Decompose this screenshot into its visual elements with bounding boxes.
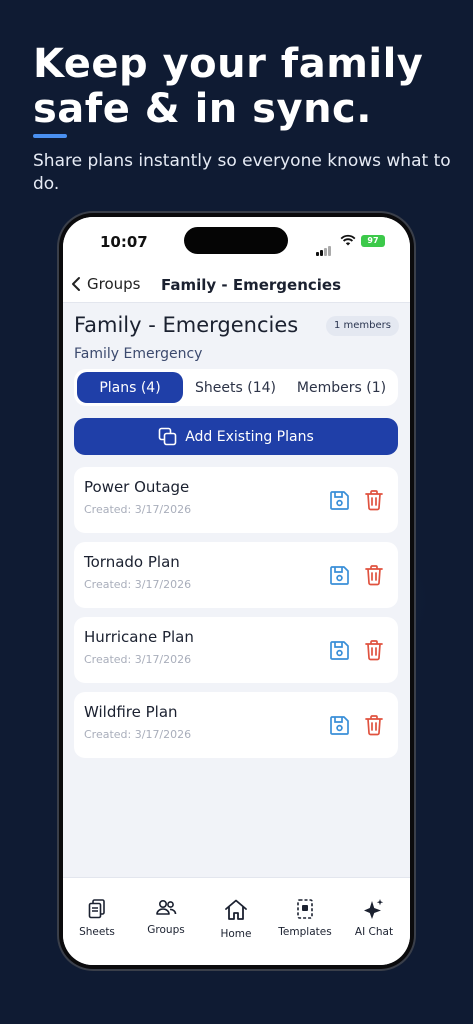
promo-subhead: Share plans instantly so everyone knows … — [33, 151, 451, 194]
templates-icon — [297, 899, 313, 919]
plan-created-date: Created: 3/17/2026 — [84, 503, 192, 516]
status-bar: 10:07 97 — [63, 217, 410, 267]
sheets-icon — [88, 899, 105, 919]
save-icon[interactable] — [329, 565, 350, 586]
tabbar-templates-label: Templates — [278, 926, 332, 938]
plan-card[interactable]: Power Outage Created: 3/17/2026 — [74, 467, 398, 533]
battery-indicator: 97 — [361, 235, 385, 247]
tabbar-templates[interactable]: Templates — [273, 898, 337, 938]
dynamic-island — [184, 227, 288, 254]
members-badge: 1 members — [326, 316, 399, 336]
back-label: Groups — [87, 275, 141, 293]
accent-bar — [33, 134, 67, 138]
plan-created-date: Created: 3/17/2026 — [84, 728, 192, 741]
save-icon[interactable] — [329, 715, 350, 736]
trash-icon[interactable] — [364, 714, 384, 736]
trash-icon[interactable] — [364, 564, 384, 586]
nav-title: Family - Emergencies — [161, 276, 342, 294]
tabbar-home[interactable]: Home — [204, 898, 268, 940]
bottom-tab-bar: Sheets Groups Home Templates AI Chat — [63, 877, 410, 965]
tabbar-sheets-label: Sheets — [79, 926, 115, 938]
tabbar-sheets[interactable]: Sheets — [65, 898, 129, 938]
tabbar-groups[interactable]: Groups — [134, 898, 198, 936]
plan-created-date: Created: 3/17/2026 — [84, 653, 192, 666]
add-existing-plans-label: Add Existing Plans — [185, 428, 314, 445]
plan-card[interactable]: Tornado Plan Created: 3/17/2026 — [74, 542, 398, 608]
tabbar-ai-chat[interactable]: AI Chat — [342, 898, 406, 938]
tabbar-ai-chat-label: AI Chat — [354, 926, 394, 938]
plan-card[interactable]: Hurricane Plan Created: 3/17/2026 — [74, 617, 398, 683]
plan-card[interactable]: Wildfire Plan Created: 3/17/2026 — [74, 692, 398, 758]
plan-name: Tornado Plan — [84, 553, 180, 571]
sparkle-icon — [364, 899, 384, 919]
group-subtitle: Family Emergency — [74, 346, 203, 362]
add-existing-plans-button[interactable]: Add Existing Plans — [74, 418, 398, 455]
signal-icon — [316, 237, 332, 256]
phone-frame: 10:07 97 Groups Family - Emergencies Fam… — [59, 213, 414, 969]
plan-name: Wildfire Plan — [84, 703, 178, 721]
back-button[interactable]: Groups — [71, 271, 140, 297]
tabbar-groups-label: Groups — [147, 924, 185, 936]
copy-icon — [158, 427, 177, 446]
segmented-tabs: Plans (4) Sheets (14) Members (1) — [74, 369, 398, 406]
trash-icon[interactable] — [364, 489, 384, 511]
plan-name: Power Outage — [84, 478, 190, 496]
tab-plans[interactable]: Plans (4) — [77, 372, 183, 403]
app-screen: 10:07 97 Groups Family - Emergencies Fam… — [63, 217, 410, 965]
save-icon[interactable] — [329, 640, 350, 661]
wifi-icon — [340, 234, 356, 246]
home-icon — [225, 899, 247, 920]
group-title: Family - Emergencies — [74, 313, 299, 337]
status-time: 10:07 — [100, 233, 148, 251]
trash-icon[interactable] — [364, 639, 384, 661]
groups-icon — [156, 899, 177, 915]
chevron-left-icon — [72, 277, 80, 291]
plan-name: Hurricane Plan — [84, 628, 194, 646]
tab-members[interactable]: Members (1) — [288, 372, 395, 403]
navigation-bar: Groups Family - Emergencies — [63, 267, 410, 303]
promo-headline: Keep your family safe & in sync. — [33, 41, 424, 132]
save-icon[interactable] — [329, 490, 350, 511]
tabbar-home-label: Home — [220, 928, 252, 940]
plan-created-date: Created: 3/17/2026 — [84, 578, 192, 591]
tab-sheets[interactable]: Sheets (14) — [183, 372, 288, 403]
